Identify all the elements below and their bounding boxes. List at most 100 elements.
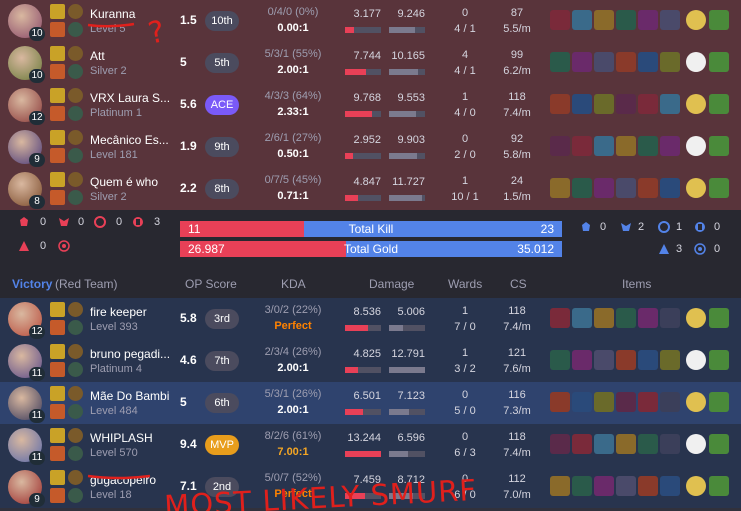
item-slot-icon[interactable] <box>616 476 636 496</box>
item-slot-icon[interactable] <box>550 434 570 454</box>
item-slot-icon[interactable] <box>550 476 570 496</box>
summoner-spell-icon[interactable] <box>50 470 65 485</box>
item-slot-icon[interactable] <box>594 476 614 496</box>
player-row[interactable]: 11 Mãe Do Bambi Level 484 5 6th 5/3/1 (26%) 2.… <box>0 382 741 424</box>
summoner-spell-icon[interactable] <box>50 362 65 377</box>
player-row[interactable]: 10 Kuranna Level 5 1.5 10th 0/4/0 (0%) 0.00:1 3… <box>0 0 741 42</box>
summoner-spell-icon[interactable] <box>50 46 65 61</box>
item-slot-icon[interactable] <box>594 308 614 328</box>
item-slot-icon[interactable] <box>616 392 636 412</box>
summoner-spell-icon[interactable] <box>50 130 65 145</box>
summoner-name[interactable]: fire keeper <box>90 305 170 319</box>
item-slot-icon[interactable] <box>660 350 680 370</box>
role-quest-icon[interactable] <box>709 392 729 412</box>
summoner-name[interactable]: Kuranna <box>90 7 170 21</box>
summoner-spell-icon[interactable] <box>50 386 65 401</box>
summoner-spell-icon[interactable] <box>50 172 65 187</box>
item-slot-icon[interactable] <box>594 136 614 156</box>
summoner-spell-icon[interactable] <box>50 148 65 163</box>
item-slot-icon[interactable] <box>572 392 592 412</box>
primary-rune-icon[interactable] <box>68 428 83 443</box>
primary-rune-icon[interactable] <box>68 470 83 485</box>
item-slot-icon[interactable] <box>660 52 680 72</box>
player-row[interactable]: 12 VRX Laura S... Platinum 1 5.6 ACE 4/3/3 (6… <box>0 84 741 126</box>
item-slot-icon[interactable] <box>594 392 614 412</box>
secondary-rune-icon[interactable] <box>68 320 83 335</box>
player-row[interactable]: 8 Quem é who Silver 2 2.2 8th 0/7/5 (45%) 0.71… <box>0 168 741 210</box>
item-slot-icon[interactable] <box>550 52 570 72</box>
item-slot-icon[interactable] <box>638 308 658 328</box>
summoner-spell-icon[interactable] <box>50 344 65 359</box>
summoner-spell-icon[interactable] <box>50 446 65 461</box>
summoner-spell-icon[interactable] <box>50 488 65 503</box>
item-slot-icon[interactable] <box>572 136 592 156</box>
player-row[interactable]: 9 gugacopeiro Level 18 7.1 2nd 5/0/7 (52%) Per… <box>0 466 741 508</box>
trinket-icon[interactable] <box>686 476 706 496</box>
summoner-spell-icon[interactable] <box>50 64 65 79</box>
primary-rune-icon[interactable] <box>68 4 83 19</box>
item-slot-icon[interactable] <box>616 52 636 72</box>
item-slot-icon[interactable] <box>594 10 614 30</box>
summoner-name[interactable]: Quem é who <box>90 175 170 189</box>
item-slot-icon[interactable] <box>572 434 592 454</box>
item-slot-icon[interactable] <box>594 178 614 198</box>
trinket-icon[interactable] <box>686 10 706 30</box>
item-slot-icon[interactable] <box>638 350 658 370</box>
summoner-spell-icon[interactable] <box>50 404 65 419</box>
item-slot-icon[interactable] <box>572 476 592 496</box>
summoner-name[interactable]: bruno pegadi... <box>90 347 170 361</box>
item-slot-icon[interactable] <box>616 136 636 156</box>
summoner-spell-icon[interactable] <box>50 302 65 317</box>
item-slot-icon[interactable] <box>550 10 570 30</box>
role-quest-icon[interactable] <box>709 434 729 454</box>
trinket-icon[interactable] <box>686 350 706 370</box>
item-slot-icon[interactable] <box>638 434 658 454</box>
summoner-name[interactable]: Att <box>90 49 170 63</box>
player-row[interactable]: 9 Mecânico Es... Level 181 1.9 9th 2/6/1 (27%… <box>0 126 741 168</box>
secondary-rune-icon[interactable] <box>68 106 83 121</box>
item-slot-icon[interactable] <box>660 178 680 198</box>
item-slot-icon[interactable] <box>616 94 636 114</box>
item-slot-icon[interactable] <box>616 434 636 454</box>
item-slot-icon[interactable] <box>594 94 614 114</box>
role-quest-icon[interactable] <box>709 308 729 328</box>
secondary-rune-icon[interactable] <box>68 362 83 377</box>
item-slot-icon[interactable] <box>638 52 658 72</box>
item-slot-icon[interactable] <box>616 350 636 370</box>
summoner-spell-icon[interactable] <box>50 320 65 335</box>
item-slot-icon[interactable] <box>616 308 636 328</box>
summoner-name[interactable]: WHIPLASH <box>90 431 170 445</box>
item-slot-icon[interactable] <box>594 350 614 370</box>
summoner-name[interactable]: Mecânico Es... <box>90 133 170 147</box>
item-slot-icon[interactable] <box>660 434 680 454</box>
item-slot-icon[interactable] <box>550 350 570 370</box>
item-slot-icon[interactable] <box>616 178 636 198</box>
primary-rune-icon[interactable] <box>68 46 83 61</box>
item-slot-icon[interactable] <box>572 178 592 198</box>
primary-rune-icon[interactable] <box>68 302 83 317</box>
item-slot-icon[interactable] <box>550 308 570 328</box>
summoner-name[interactable]: VRX Laura S... <box>90 91 170 105</box>
player-row[interactable]: 12 fire keeper Level 393 5.8 3rd 3/0/2 (22%) P… <box>0 298 741 340</box>
secondary-rune-icon[interactable] <box>68 64 83 79</box>
role-quest-icon[interactable] <box>709 52 729 72</box>
summoner-name[interactable]: gugacopeiro <box>90 473 170 487</box>
item-slot-icon[interactable] <box>638 136 658 156</box>
trinket-icon[interactable] <box>686 392 706 412</box>
trinket-icon[interactable] <box>686 94 706 114</box>
item-slot-icon[interactable] <box>638 10 658 30</box>
item-slot-icon[interactable] <box>572 94 592 114</box>
primary-rune-icon[interactable] <box>68 386 83 401</box>
item-slot-icon[interactable] <box>660 94 680 114</box>
item-slot-icon[interactable] <box>572 52 592 72</box>
primary-rune-icon[interactable] <box>68 344 83 359</box>
summoner-spell-icon[interactable] <box>50 22 65 37</box>
trinket-icon[interactable] <box>686 308 706 328</box>
role-quest-icon[interactable] <box>709 178 729 198</box>
primary-rune-icon[interactable] <box>68 88 83 103</box>
player-row[interactable]: 11 bruno pegadi... Platinum 4 4.6 7th 2/3/4 (… <box>0 340 741 382</box>
secondary-rune-icon[interactable] <box>68 190 83 205</box>
primary-rune-icon[interactable] <box>68 130 83 145</box>
role-quest-icon[interactable] <box>709 136 729 156</box>
trinket-icon[interactable] <box>686 52 706 72</box>
